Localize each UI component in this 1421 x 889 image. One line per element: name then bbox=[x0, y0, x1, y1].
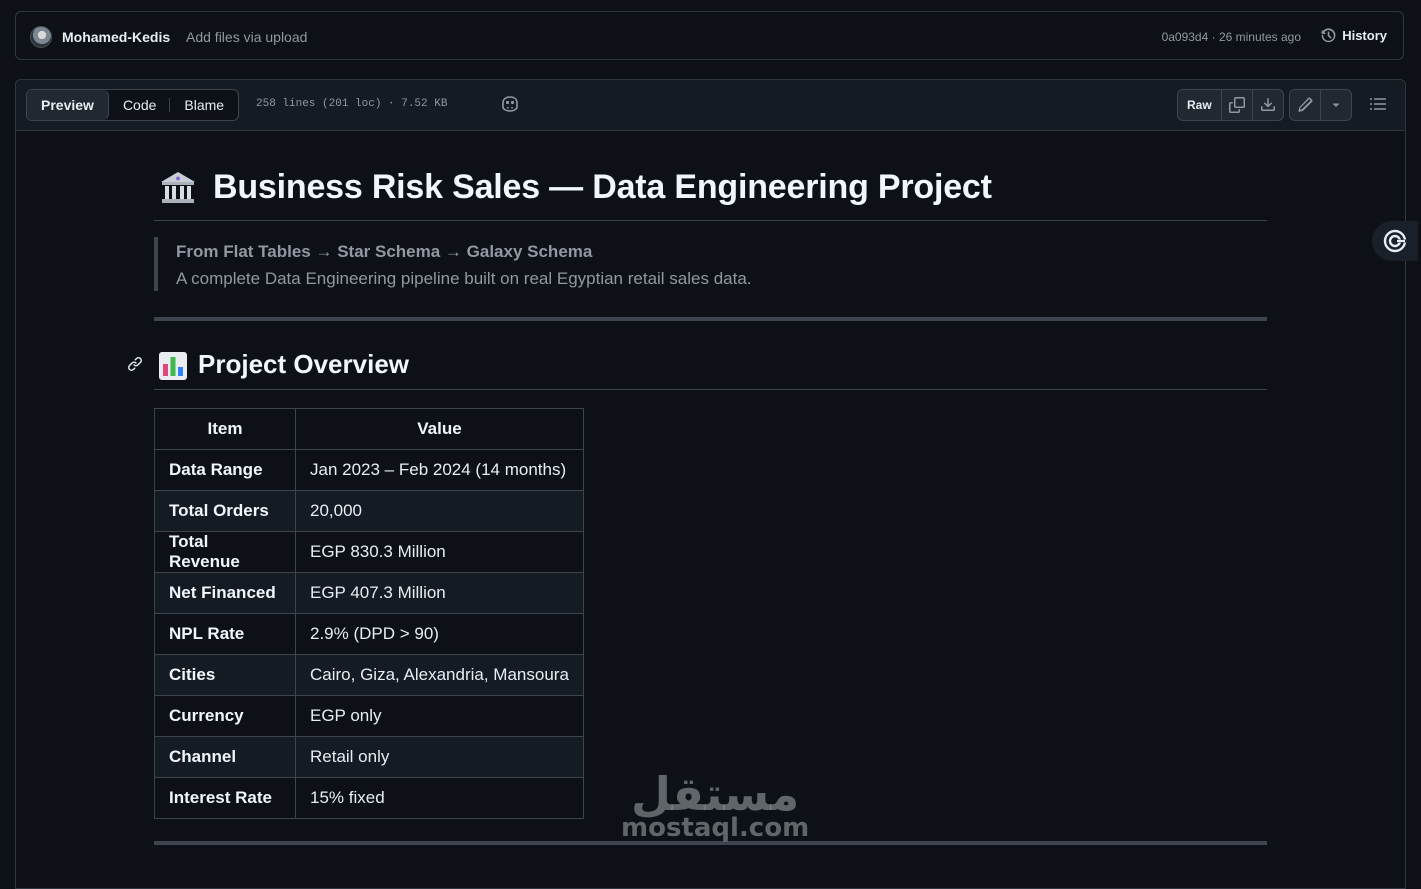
watermark: مستقل mostaql.com bbox=[621, 770, 809, 842]
copy-button[interactable] bbox=[1220, 90, 1252, 120]
watermark-latin: mostaql.com bbox=[621, 813, 810, 843]
row-key: Data Range bbox=[154, 449, 296, 491]
quote-line-2: A complete Data Engineering pipeline bui… bbox=[176, 269, 752, 288]
edit-button[interactable] bbox=[1290, 90, 1320, 120]
avatar[interactable] bbox=[30, 26, 52, 48]
table-row: Total Revenue EGP 830.3 Million bbox=[154, 531, 584, 573]
row-key: Interest Rate bbox=[154, 777, 296, 819]
copilot-icon[interactable] bbox=[500, 95, 520, 118]
row-key: Channel bbox=[154, 736, 296, 778]
assistant-icon bbox=[1383, 229, 1407, 253]
row-value: EGP only bbox=[295, 695, 584, 737]
download-icon bbox=[1260, 98, 1275, 111]
row-key: Net Financed bbox=[154, 572, 296, 614]
row-value: EGP 830.3 Million bbox=[295, 531, 584, 573]
outline-button[interactable] bbox=[1369, 96, 1387, 117]
table-header-item: Item bbox=[154, 408, 296, 450]
file-header: Preview Code Blame 258 lines (201 loc) ·… bbox=[16, 80, 1405, 131]
bar-chart-icon bbox=[159, 352, 187, 385]
overview-table: Item Value Data Range Jan 2023 – Feb 2024… bbox=[154, 408, 584, 819]
history-label: History bbox=[1342, 28, 1387, 43]
raw-button[interactable]: Raw bbox=[1178, 90, 1221, 120]
download-button[interactable] bbox=[1251, 90, 1283, 120]
row-value: 2.9% (DPD > 90) bbox=[295, 613, 584, 655]
row-value: 20,000 bbox=[295, 490, 584, 532]
edit-actions bbox=[1289, 89, 1352, 121]
copy-icon bbox=[1228, 97, 1245, 113]
quote-line-1: From Flat Tables → Star Schema → Galaxy … bbox=[176, 242, 593, 261]
document-title: Business Risk Sales — Data Engineering P… bbox=[154, 168, 1267, 221]
commit-message[interactable]: Add files via upload bbox=[186, 29, 307, 45]
file-actions: Raw bbox=[1177, 89, 1284, 121]
section-title: Project Overview bbox=[198, 349, 409, 379]
row-value: Jan 2023 – Feb 2024 (14 months) bbox=[295, 449, 584, 491]
row-value: EGP 407.3 Million bbox=[295, 572, 584, 614]
history-icon bbox=[1321, 28, 1336, 43]
edit-dropdown-button[interactable] bbox=[1320, 90, 1351, 120]
pencil-icon bbox=[1298, 97, 1313, 112]
tab-code[interactable]: Code bbox=[109, 90, 171, 120]
tab-blame[interactable]: Blame bbox=[170, 90, 238, 120]
table-row: NPL Rate 2.9% (DPD > 90) bbox=[154, 613, 584, 655]
table-header-value: Value bbox=[295, 408, 584, 450]
section-heading: Project Overview bbox=[128, 346, 1267, 390]
row-key: Total Orders bbox=[154, 490, 296, 532]
link-icon[interactable] bbox=[127, 356, 143, 377]
row-key: Currency bbox=[154, 695, 296, 737]
row-key: NPL Rate bbox=[154, 613, 296, 655]
tab-preview[interactable]: Preview bbox=[27, 90, 109, 120]
list-icon bbox=[1370, 98, 1386, 110]
title-text: Business Risk Sales — Data Engineering P… bbox=[213, 168, 992, 206]
row-value: Cairo, Giza, Alexandria, Mansoura bbox=[295, 654, 584, 696]
blockquote: From Flat Tables → Star Schema → Galaxy … bbox=[154, 237, 1158, 291]
table-header-row: Item Value bbox=[154, 408, 584, 450]
table-row: Channel Retail only bbox=[154, 736, 584, 778]
table-row: Cities Cairo, Giza, Alexandria, Mansoura bbox=[154, 654, 584, 696]
row-key: Cities bbox=[154, 654, 296, 696]
divider bbox=[154, 317, 1267, 321]
latest-commit-bar: Mohamed-Kedis Add files via upload 0a093… bbox=[15, 11, 1404, 60]
view-mode-toggle: Preview Code Blame bbox=[26, 89, 240, 121]
watermark-arabic: مستقل bbox=[630, 767, 800, 821]
row-value: 15% fixed bbox=[295, 777, 584, 819]
history-button[interactable]: History bbox=[1320, 27, 1387, 44]
table-row: Interest Rate 15% fixed bbox=[154, 777, 584, 819]
bank-icon bbox=[159, 170, 197, 211]
file-info: 258 lines (201 loc) · 7.52 KB bbox=[256, 98, 448, 110]
table-row: Total Orders 20,000 bbox=[154, 490, 584, 532]
side-assistant-button[interactable] bbox=[1372, 221, 1418, 261]
commit-meta[interactable]: 0a093d4 · 26 minutes ago bbox=[1162, 30, 1301, 44]
table-row: Data Range Jan 2023 – Feb 2024 (14 months… bbox=[154, 449, 584, 491]
table-row: Currency EGP only bbox=[154, 695, 584, 737]
chevron-down-icon bbox=[1332, 103, 1340, 107]
commit-author[interactable]: Mohamed-Kedis bbox=[62, 29, 170, 45]
row-value: Retail only bbox=[295, 736, 584, 778]
table-row: Net Financed EGP 407.3 Million bbox=[154, 572, 584, 614]
row-key: Total Revenue bbox=[154, 531, 296, 573]
